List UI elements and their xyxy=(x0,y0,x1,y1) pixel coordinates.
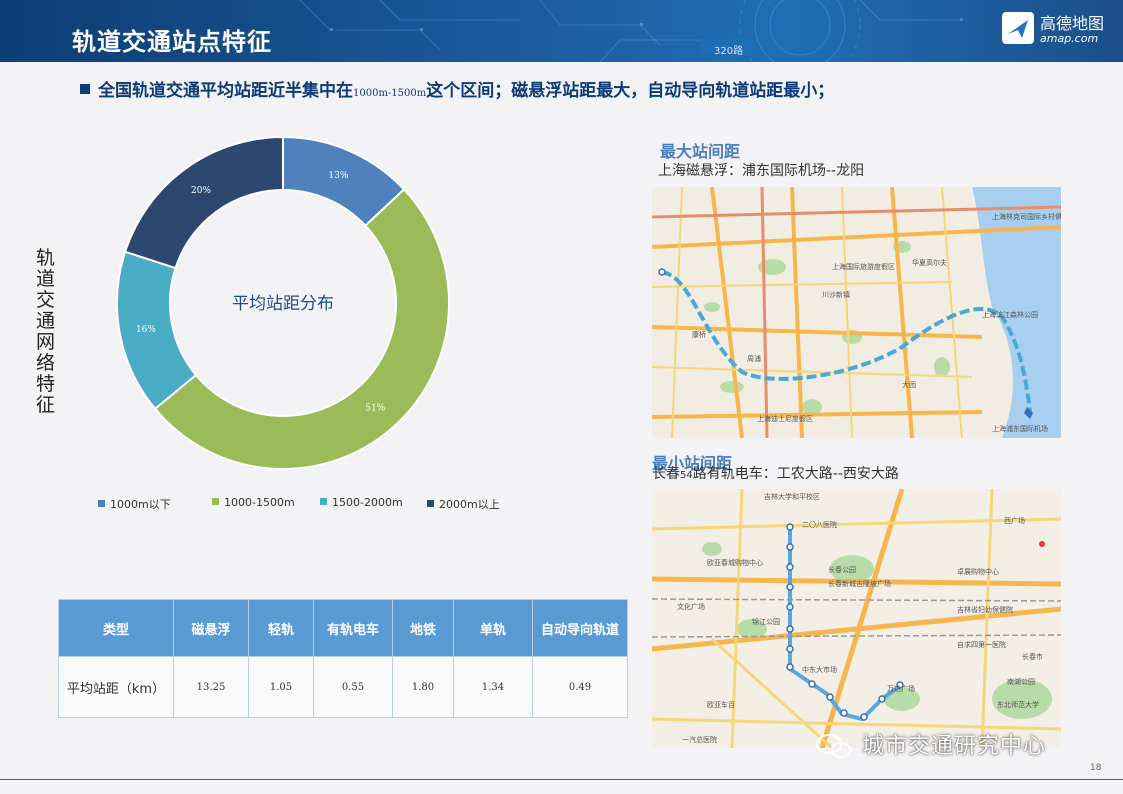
map2-label: 二〇八医院 xyxy=(802,520,837,529)
map1-caption: 上海磁悬浮：浦东国际机场--龙阳 xyxy=(658,163,865,179)
map1-label: 上海迪士尼度假区 xyxy=(757,414,813,423)
map-changchun-tram: 吉林大学和平校区 二〇八医院 欧亚春城购物中心 长春公园 长春新城吉隆坡广场 卓… xyxy=(652,489,1061,748)
map2-label: 卓展购物中心 xyxy=(957,567,999,576)
legend-item: 1000-1500m xyxy=(212,496,295,509)
map2-label: 文化广场 xyxy=(677,602,705,611)
donut-slice xyxy=(123,135,284,270)
map1-label: 周浦 xyxy=(747,354,761,363)
footer-line xyxy=(0,779,1123,780)
map-shanghai-maglev: 上海林克司国际乡村俱乐部 上海国际旅游度假区 华夏高尔夫 川沙新镇 上海滨江森林… xyxy=(652,187,1061,438)
table-cell: 1.34 xyxy=(453,656,533,718)
amap-logo-icon xyxy=(1002,12,1034,44)
map2-label: 吉林省妇幼保健院 xyxy=(957,605,1013,614)
map1-label: 上海林克司国际乡村俱乐部 xyxy=(992,212,1061,221)
table-header: 磁悬浮 xyxy=(173,599,249,657)
map1-label: 上海滨江森林公园 xyxy=(982,310,1038,319)
map2-label: 欧亚车百 xyxy=(707,700,735,709)
map2-label: 锦江公园 xyxy=(752,617,780,626)
table-header: 地铁 xyxy=(392,599,454,657)
legend-swatch xyxy=(98,500,105,507)
road-tag: 320路 xyxy=(714,46,744,57)
map2-drawing: 吉林大学和平校区 二〇八医院 欧亚春城购物中心 长春公园 长春新城吉隆坡广场 卓… xyxy=(652,489,1061,748)
map2-caption-number: 54 xyxy=(680,470,693,481)
legend-swatch xyxy=(212,498,219,505)
map2-label: 长春市 xyxy=(1022,652,1043,661)
table-cell: 0.49 xyxy=(532,656,628,718)
legend-swatch xyxy=(427,500,434,507)
watermark-text: 城市交通研究中心 xyxy=(862,734,1047,759)
subtitle: 全国轨道交通平均站距近半集中在1000m-1500m这个区间；磁悬浮站距最大，自… xyxy=(80,76,834,101)
slice-data-label: 51% xyxy=(365,404,385,414)
header-bar: 轨道交通站点特征 320路 高德地图 amap.com xyxy=(0,0,1123,62)
slice-data-label: 20% xyxy=(191,186,211,196)
legend-label: 1000-1500m xyxy=(224,496,295,509)
legend-item: 1000m以下 xyxy=(98,496,171,512)
map2-label: 东北师范大学 xyxy=(997,700,1039,709)
map1-label: 上海国际旅游度假区 xyxy=(832,262,895,271)
subtitle-part2: 这个区间；磁悬浮站距最大，自动导向轨道站距最小； xyxy=(426,81,835,101)
map2-caption-part1: 长春 xyxy=(652,466,680,482)
map2-label: 欧亚春城购物中心 xyxy=(707,558,763,567)
legend-item: 1500-2000m xyxy=(320,496,403,509)
table-cell: 1.05 xyxy=(248,656,314,718)
map2-label: 西广场 xyxy=(1004,516,1025,525)
page-number: 18 xyxy=(1090,763,1102,773)
logo-domain: amap.com xyxy=(1040,32,1099,45)
table-header: 单轨 xyxy=(453,599,533,657)
wechat-icon xyxy=(816,734,851,758)
bullet-square-icon xyxy=(80,84,90,94)
donut-slice xyxy=(116,250,198,411)
page-title: 轨道交通站点特征 xyxy=(72,28,272,56)
map2-caption-part2: 路有轨电车：工农大路--西安大路 xyxy=(692,466,899,482)
legend-swatch xyxy=(320,498,327,505)
logo-name: 高德地图 xyxy=(1040,14,1105,33)
table-cell: 13.25 xyxy=(173,656,249,718)
map1-label: 华夏高尔夫 xyxy=(912,258,947,267)
table-header: 有轨电车 xyxy=(313,599,393,657)
map2-label: 中东大市场 xyxy=(802,665,837,674)
map1-label: 上海浦东国际机场 xyxy=(992,424,1048,433)
table-cell: 1.80 xyxy=(392,656,454,718)
spacing-table: 类型 磁悬浮 轻轨 有轨电车 地铁 单轨 自动导向轨道 平均站距（km） 13.… xyxy=(58,599,628,718)
map1-label: 川沙新镇 xyxy=(822,290,850,299)
subtitle-range: 1000m-1500m xyxy=(353,88,427,99)
map2-caption: 长春54路有轨电车：工农大路--西安大路 xyxy=(652,463,899,483)
map1-drawing: 上海林克司国际乡村俱乐部 上海国际旅游度假区 华夏高尔夫 川沙新镇 上海滨江森林… xyxy=(652,187,1061,438)
map2-label: 一汽总医院 xyxy=(682,735,717,744)
map1-label: 大团 xyxy=(902,380,916,389)
station-spacing-donut-chart: 13% 51% 16% 20% 平均站距分布 xyxy=(116,135,450,470)
table-header: 类型 xyxy=(58,599,174,657)
map2-label: 长春公园 xyxy=(828,565,856,574)
table-header: 轻轨 xyxy=(248,599,314,657)
map2-label: 吉林大学和平校区 xyxy=(764,492,820,501)
map1-label: 康桥 xyxy=(692,330,706,339)
side-label: 轨道交通网络特征 xyxy=(36,247,56,416)
subtitle-part1: 全国轨道交通平均站距近半集中在 xyxy=(98,81,353,101)
map2-label: 万达广场 xyxy=(887,684,915,693)
map1-heading: 最大站间距 xyxy=(660,142,741,161)
slice-data-label: 13% xyxy=(328,171,348,181)
amap-logo: 高德地图 amap.com xyxy=(1002,10,1112,50)
legend-label: 1500-2000m xyxy=(332,496,403,509)
map2-label: 南湖公园 xyxy=(1007,677,1035,686)
table-header-row: 类型 磁悬浮 轻轨 有轨电车 地铁 单轨 自动导向轨道 xyxy=(58,599,628,657)
map2-label: 自求四第一医院 xyxy=(957,640,1006,649)
chart-title: 平均站距分布 xyxy=(232,294,334,314)
table-cell: 0.55 xyxy=(313,656,393,718)
table-row: 平均站距（km） 13.25 1.05 0.55 1.80 1.34 0.49 xyxy=(58,656,628,718)
map2-label: 长春新城吉隆坡广场 xyxy=(828,579,891,588)
legend-label: 2000m以上 xyxy=(439,498,500,511)
slice-data-label: 16% xyxy=(136,325,156,335)
legend-item: 2000m以上 xyxy=(427,496,500,512)
legend-label: 1000m以下 xyxy=(110,498,171,511)
table-row-label: 平均站距（km） xyxy=(58,656,174,718)
donut-slice xyxy=(153,187,450,470)
table-header: 自动导向轨道 xyxy=(532,599,628,657)
